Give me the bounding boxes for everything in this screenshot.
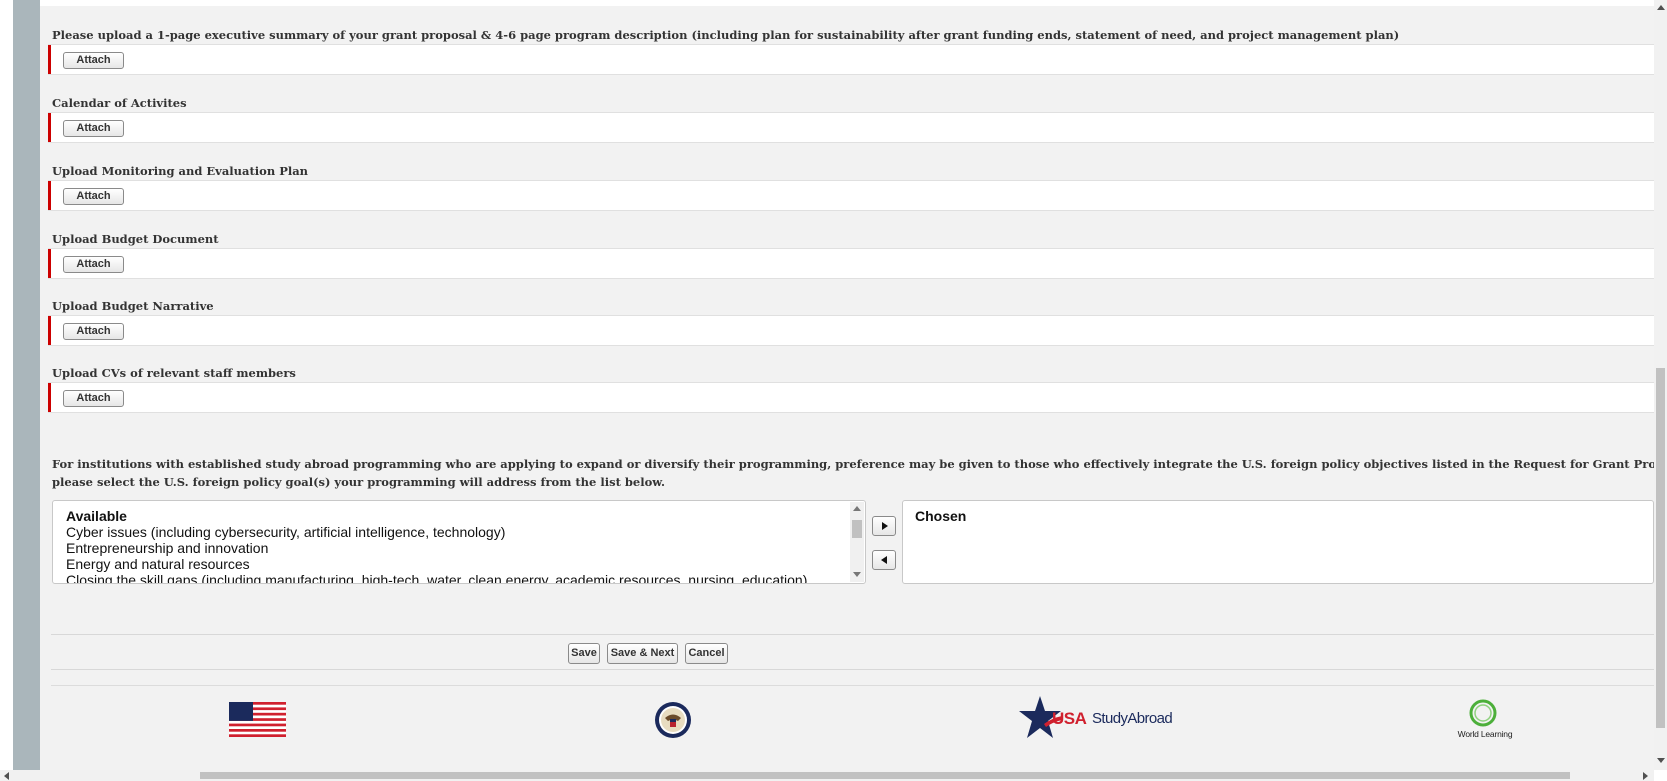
required-marker (48, 113, 51, 142)
world-learning-ring-icon (1469, 699, 1497, 727)
scroll-up-arrow-icon[interactable] (1657, 5, 1665, 10)
available-option[interactable]: Cyber issues (including cybersecurity, a… (66, 524, 505, 540)
attach-button-monitoring-plan[interactable]: Attach (63, 188, 124, 205)
horizontal-scrollbar-thumb[interactable] (200, 772, 1570, 779)
world-learning-logo: World Learning (1450, 698, 1520, 742)
usa-logo-text: USA (1052, 709, 1087, 728)
scroll-left-arrow-icon[interactable] (4, 772, 9, 780)
world-learning-text: World Learning (1457, 729, 1513, 739)
question-row-staff-cvs: Attach (48, 382, 1654, 413)
scroll-right-arrow-icon[interactable] (1643, 772, 1648, 780)
required-marker (48, 383, 51, 412)
move-to-available-button[interactable] (872, 550, 896, 570)
chosen-options-list[interactable]: Chosen (902, 500, 1654, 584)
cancel-button[interactable]: Cancel (685, 643, 728, 664)
policy-goals-text-line2: please select the U.S. foreign policy go… (52, 475, 666, 489)
question-label-monitoring-plan: Upload Monitoring and Evaluation Plan (52, 164, 309, 178)
page-vertical-scrollbar[interactable] (1654, 0, 1667, 770)
required-marker (48, 316, 51, 345)
scroll-up-arrow-icon[interactable] (853, 506, 861, 511)
scroll-down-arrow-icon[interactable] (853, 572, 861, 577)
required-marker (48, 181, 51, 210)
application-form: Please upload a 1-page executive summary… (40, 0, 1654, 770)
available-option[interactable]: Energy and natural resources (66, 556, 250, 572)
left-side-rail (13, 0, 40, 770)
question-row-budget-document: Attach (48, 248, 1654, 279)
us-flag-icon (229, 702, 286, 737)
policy-goals-question: For institutions with established study … (52, 455, 1654, 491)
attach-button-staff-cvs[interactable]: Attach (63, 390, 124, 407)
available-list-scrollbar[interactable] (850, 502, 864, 582)
move-to-chosen-button[interactable] (872, 516, 896, 536)
question-label-executive-summary: Please upload a 1-page executive summary… (52, 28, 1400, 42)
available-options-list[interactable]: Available Cyber issues (including cybers… (52, 500, 866, 584)
chosen-header: Chosen (915, 508, 967, 524)
usa-study-abroad-logo: USA StudyAbroad (1018, 694, 1208, 742)
attach-button-budget-narrative[interactable]: Attach (63, 323, 124, 340)
question-row-budget-narrative: Attach (48, 315, 1654, 346)
page-horizontal-scrollbar[interactable] (0, 770, 1654, 781)
attach-button-budget-document[interactable]: Attach (63, 256, 124, 273)
available-option[interactable]: Entrepreneurship and innovation (66, 540, 268, 556)
required-marker (48, 45, 51, 74)
question-label-budget-document: Upload Budget Document (52, 232, 219, 246)
question-row-calendar: Attach (48, 112, 1654, 143)
page-viewport: Please upload a 1-page executive summary… (0, 0, 1667, 781)
attach-button-executive-summary[interactable]: Attach (63, 52, 124, 69)
question-label-staff-cvs: Upload CVs of relevant staff members (52, 366, 296, 380)
required-marker (48, 249, 51, 278)
scrollbar-thumb[interactable] (852, 520, 862, 538)
arrow-left-icon (881, 556, 887, 564)
study-abroad-logo-text: StudyAbroad (1092, 710, 1173, 727)
question-label-budget-narrative: Upload Budget Narrative (52, 299, 214, 313)
attach-button-calendar[interactable]: Attach (63, 120, 124, 137)
scroll-down-arrow-icon[interactable] (1657, 758, 1665, 763)
question-row-monitoring-plan: Attach (48, 180, 1654, 211)
arrow-right-icon (882, 522, 888, 530)
save-and-next-button[interactable]: Save & Next (607, 643, 678, 664)
footer-logos: USA StudyAbroad World Learning (40, 686, 1654, 776)
available-option[interactable]: Closing the skill gaps (including manufa… (66, 572, 807, 583)
save-button[interactable]: Save (568, 643, 600, 664)
question-row-executive-summary: Attach (48, 44, 1654, 75)
available-header: Available (66, 508, 127, 524)
question-label-calendar: Calendar of Activites (52, 96, 187, 110)
vertical-scrollbar-thumb[interactable] (1656, 368, 1665, 728)
state-department-seal-icon (655, 702, 691, 738)
form-action-bar: Save Save & Next Cancel (51, 634, 1654, 670)
policy-goals-text-line1: For institutions with established study … (52, 457, 1654, 471)
